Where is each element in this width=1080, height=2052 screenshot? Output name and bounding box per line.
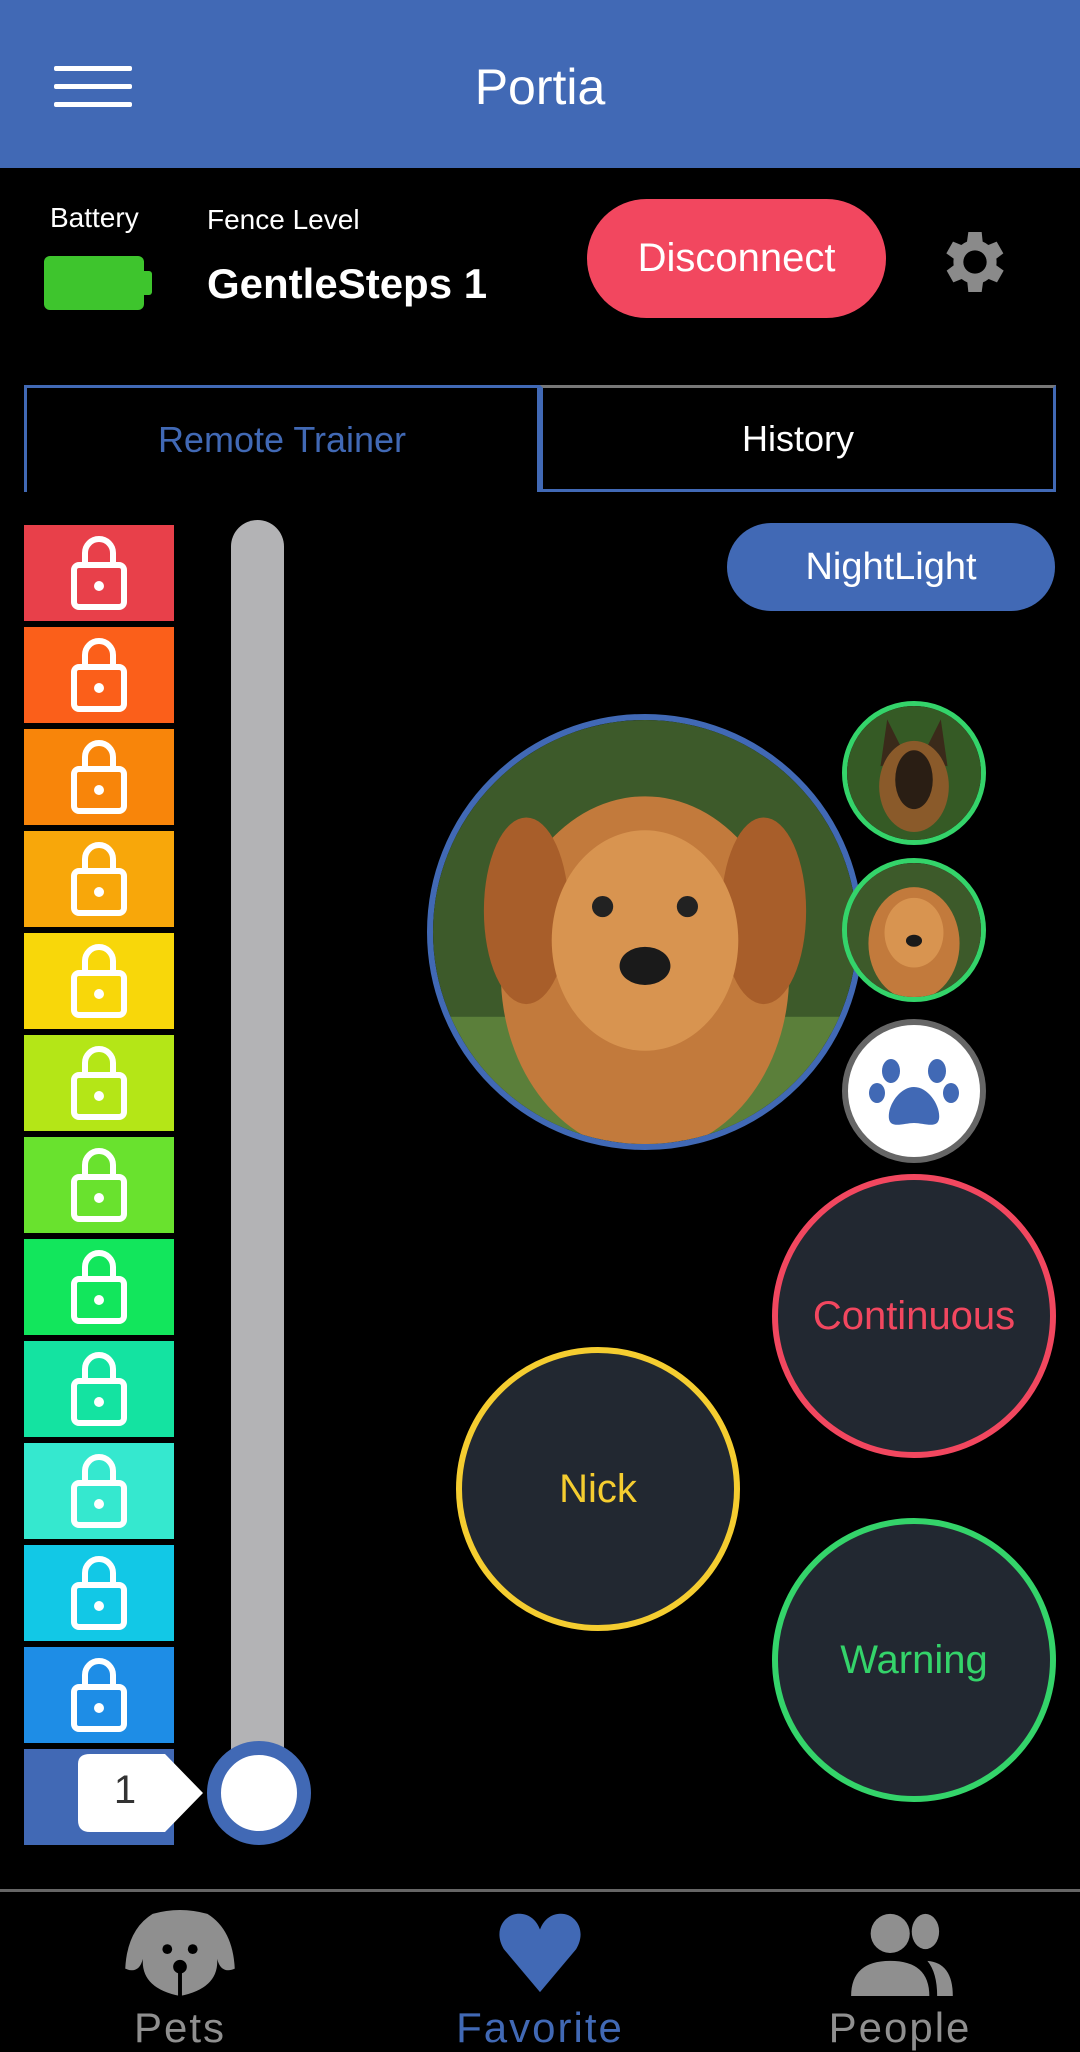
level-bar-11[interactable] (24, 729, 174, 825)
lock-icon (71, 638, 127, 712)
heart-icon (499, 1913, 581, 1993)
level-bar-13[interactable] (24, 525, 174, 621)
gear-icon[interactable] (935, 222, 1015, 302)
lock-icon (71, 1250, 127, 1324)
disconnect-button[interactable]: Disconnect (587, 199, 886, 318)
nav-label: People (828, 2004, 972, 2051)
lock-icon (71, 842, 127, 916)
nav-favorite[interactable]: Favorite (360, 1900, 720, 2052)
nav-label: Pets (133, 2004, 227, 2051)
people-icon (851, 1913, 953, 1997)
paw-icon (869, 1059, 959, 1125)
nav-pets[interactable]: Pets (0, 1900, 360, 2052)
level-slider-thumb[interactable] (207, 1741, 311, 1845)
warning-button[interactable]: Warning (772, 1518, 1056, 1802)
nav-people[interactable]: People (720, 1900, 1080, 2052)
nav-label: Favorite (456, 2004, 624, 2051)
lock-icon (71, 1454, 127, 1528)
lock-icon (71, 944, 127, 1018)
level-value: 1 (113, 1768, 137, 1812)
level-bar-9[interactable] (24, 933, 174, 1029)
nick-button[interactable]: Nick (456, 1347, 740, 1631)
lock-icon (71, 536, 127, 610)
selected-pet-photo (427, 714, 863, 1150)
level-bar-12[interactable] (24, 627, 174, 723)
pet-avatar-golden-retriever[interactable] (842, 858, 986, 1002)
lock-icon (71, 740, 127, 814)
lock-icon (71, 1352, 127, 1426)
level-bar-4[interactable] (24, 1443, 174, 1539)
pet-avatar-german-shepherd[interactable] (842, 701, 986, 845)
battery-label: Battery (50, 202, 139, 233)
level-bar-3[interactable] (24, 1545, 174, 1641)
level-bar-10[interactable] (24, 831, 174, 927)
lock-icon (71, 1658, 127, 1732)
dog-icon (125, 1910, 235, 1997)
fence-level-value: GentleSteps 1 (207, 260, 488, 307)
tab-history[interactable]: History (540, 385, 1056, 492)
nightlight-button[interactable]: NightLight (727, 523, 1055, 611)
nav-divider (0, 1889, 1080, 1892)
tab-remote-trainer[interactable]: Remote Trainer (24, 385, 540, 492)
add-pet-button[interactable] (842, 1019, 986, 1163)
lock-icon (71, 1556, 127, 1630)
level-slider-track[interactable] (231, 520, 284, 1795)
fence-level-label: Fence Level (207, 204, 360, 235)
level-bar-7[interactable] (24, 1137, 174, 1233)
lock-icon (71, 1148, 127, 1222)
battery-icon (44, 256, 152, 310)
app-header: Portia (0, 0, 1080, 168)
level-bar-2[interactable] (24, 1647, 174, 1743)
level-bar-5[interactable] (24, 1341, 174, 1437)
page-title: Portia (474, 59, 606, 115)
continuous-button[interactable]: Continuous (772, 1174, 1056, 1458)
level-bar-6[interactable] (24, 1239, 174, 1335)
lock-icon (71, 1046, 127, 1120)
level-bar-8[interactable] (24, 1035, 174, 1131)
